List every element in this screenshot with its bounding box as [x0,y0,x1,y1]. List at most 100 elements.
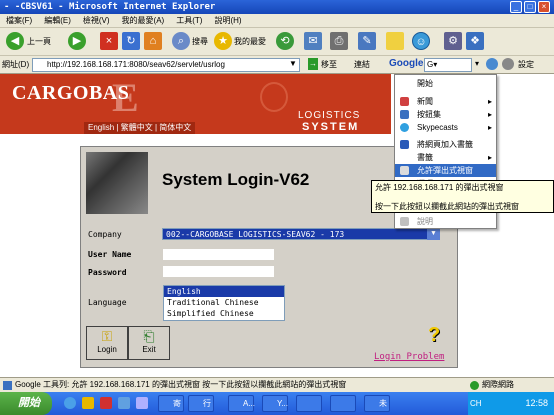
tooltip-line1: 允許 192.168.168.171 的彈出式視窗 [375,183,504,192]
skype-icon [400,123,409,132]
menu-view[interactable]: 檢視(V) [77,14,116,28]
edit-icon[interactable]: ✎ [358,32,376,50]
search-label[interactable]: 搜尋 [192,36,208,47]
language-option-traditional[interactable]: Traditional Chinese [164,297,284,308]
search-icon[interactable]: ⌕ [172,32,190,50]
forward-icon[interactable]: ▶ [68,32,86,50]
exit-door-icon: ⎗ [143,328,155,344]
password-label: Password [88,268,127,277]
media-quicklaunch-icon[interactable] [136,397,148,409]
favorites-label[interactable]: 我的最愛 [234,36,266,47]
window-title: - -CBSV61 - Microsoft Internet Explorer [4,2,216,12]
tooltip: 允許 192.168.168.171 的彈出式視窗 按一下此按鈕以攔截此網站的彈… [371,180,554,213]
notes-icon[interactable] [386,32,404,50]
task-button-5[interactable] [296,395,322,412]
task-button-1[interactable]: 寄 [158,395,184,412]
toolbar: ◀ 上一頁 ▶ × ↻ ⌂ ⌕ 搜尋 ★ 我的最愛 ⟲ ✉ ⎙ ✎ ☺ ⚙ ❖ [0,28,554,56]
stop-icon[interactable]: × [100,32,118,50]
menu-item-buttons[interactable]: 按鈕集 ▸ [395,108,496,121]
exit-button[interactable]: ⎗ Exit [128,326,170,360]
language-label: Language [88,298,127,307]
address-bar: 網址(D) http://192.168.168.171:8080/seav62… [0,56,554,74]
language-links[interactable]: English | 繁體中文 | 简体中文 [84,122,196,134]
language-option-english[interactable]: English [164,286,284,297]
bookmark-star-icon [400,140,409,149]
cargobase-logo: CARGOBAS [12,82,130,104]
outlook-quicklaunch-icon[interactable] [82,397,94,409]
favorites-icon[interactable]: ★ [214,32,232,50]
settings-button[interactable]: 設定 [518,59,534,70]
company-label: Company [88,230,122,239]
google-search-input[interactable]: G▾ [424,58,472,72]
desktop-quicklaunch-icon[interactable] [118,397,130,409]
windows-icon[interactable]: ❖ [466,32,484,50]
refresh-icon[interactable]: ↻ [122,32,140,50]
language-option-simplified[interactable]: Simplified Chinese [164,308,284,319]
logistics-text: LOGISTICS [298,110,361,121]
mail-icon[interactable]: ✉ [304,32,322,50]
username-label: User Name [88,250,132,259]
home-icon[interactable]: ⌂ [144,32,162,50]
close-button[interactable]: × [538,1,550,13]
zone-label: 網際網路 [482,380,514,389]
login-title: System Login-V62 [162,170,310,189]
task-button-3[interactable]: A... [228,395,255,412]
links-label[interactable]: 連結 [354,59,370,70]
maximize-button[interactable]: □ [524,1,536,13]
login-problem-link[interactable]: Login Problem [374,352,444,362]
clock: 12:58 [525,398,548,408]
menu-edit[interactable]: 編輯(E) [38,14,77,28]
menu-file[interactable]: 檔案(F) [0,14,38,28]
ie-quicklaunch-icon[interactable] [64,397,76,409]
menu-favorites[interactable]: 我的最愛(A) [116,14,171,28]
task-button-7[interactable]: 未 [364,395,390,412]
language-list[interactable]: English Traditional Chinese Simplified C… [163,285,285,321]
chevron-down-icon[interactable]: ▼ [427,228,440,240]
menu-item-add-bookmark[interactable]: 將網頁加入書籤 [395,138,496,151]
address-dropdown-icon[interactable]: ▼ [289,59,297,68]
print-icon[interactable]: ⎙ [330,32,348,50]
history-icon[interactable]: ⟲ [276,32,294,50]
menu-item-allow-popups[interactable]: 允許彈出式視窗 [395,164,496,177]
app-quicklaunch-icon[interactable] [100,397,112,409]
google-settings-icon[interactable] [502,58,514,70]
username-input[interactable] [162,248,275,261]
google-search-go[interactable]: ▾ [475,59,479,68]
tool-icon[interactable]: ⚙ [444,32,462,50]
login-button[interactable]: ⚿ Login [86,326,128,360]
company-select[interactable]: 002--CARGOBASE LOGISTICS-SEAV62 - 173 [162,228,440,240]
messenger-icon[interactable]: ☺ [412,32,430,50]
task-button-6[interactable] [330,395,356,412]
menu-item-start[interactable]: 開始 [395,77,496,90]
go-icon[interactable]: → [308,58,318,70]
keyboard-image [86,152,148,214]
menu-item-news[interactable]: 新聞 ▸ [395,95,496,108]
company-value: 002--CARGOBASE LOGISTICS-SEAV62 - 173 [166,230,345,239]
back-label[interactable]: 上一頁 [27,36,51,47]
system-text: SYSTEM [302,121,360,133]
input-language[interactable]: CH [470,392,482,415]
address-input[interactable]: http://192.168.168.171:8080/seav62/servl… [32,58,300,72]
minimize-button[interactable]: _ [510,1,522,13]
menu-tools[interactable]: 工具(T) [170,14,208,28]
key-icon: ⚿ [101,328,113,344]
internet-zone-icon [470,381,479,390]
back-icon[interactable]: ◀ [6,32,24,50]
exit-button-label: Exit [142,345,156,354]
password-input[interactable] [162,265,275,278]
news-icon [400,97,409,106]
google-status-icon [3,381,12,390]
menu-bar: 檔案(F) 編輯(E) 檢視(V) 我的最愛(A) 工具(T) 說明(H) [0,14,554,28]
help-icon[interactable]: ? [428,324,440,347]
google-options-icon[interactable] [486,58,498,70]
task-button-4[interactable]: Y... [262,395,288,412]
address-label: 網址(D) [2,60,30,69]
start-button[interactable]: 開始 [0,392,52,415]
task-button-2[interactable]: 行 [188,395,214,412]
menu-item-skypecasts[interactable]: Skypecasts ▸ [395,121,496,134]
menu-item-help[interactable]: 說明 [395,215,496,228]
go-button[interactable]: 移至 [321,59,337,70]
menu-help[interactable]: 說明(H) [208,14,247,28]
help-small-icon [400,217,409,226]
menu-item-bookmarks[interactable]: 書籤 ▸ [395,151,496,164]
